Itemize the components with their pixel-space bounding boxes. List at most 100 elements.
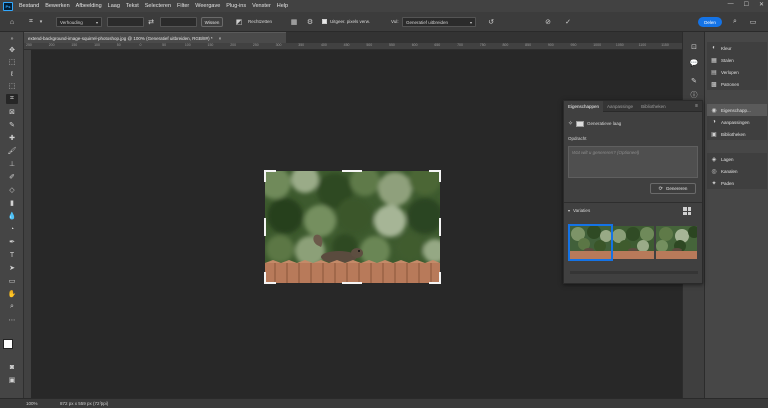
panel-kanalen[interactable]: ◎ Kanalen (707, 165, 767, 177)
path-selection-tool-icon[interactable]: ➤ (6, 263, 18, 273)
close-icon[interactable]: ✕ (759, 1, 764, 8)
clone-stamp-tool-icon[interactable]: ⊥ (6, 159, 18, 169)
variation-1[interactable] (568, 224, 613, 261)
tab-eigenschappen[interactable]: Eigenschappen (564, 100, 604, 112)
menu-filter[interactable]: Filter (177, 3, 189, 9)
maximize-icon[interactable]: ☐ (744, 1, 749, 8)
panel-scrollbar[interactable] (570, 271, 698, 274)
crop-handle-top[interactable] (342, 170, 362, 172)
screen-mode-icon[interactable]: ▣ (6, 375, 18, 385)
menu-selecteren[interactable]: Selecteren (145, 3, 171, 9)
rectangle-tool-icon[interactable]: ▭ (6, 276, 18, 286)
generate-button[interactable]: ⟳ Genereren (650, 183, 696, 194)
move-tool-icon[interactable]: ✥ (6, 45, 18, 55)
object-selection-tool-icon[interactable]: ⬚ (6, 81, 18, 91)
swap-icon[interactable]: ⇄ (146, 17, 156, 27)
delete-cropped-pixels-checkbox[interactable] (322, 19, 327, 24)
menu-afbeelding[interactable]: Afbeelding (76, 3, 102, 9)
tab-bibliotheken[interactable]: Bibliotheken (637, 101, 670, 112)
variation-3[interactable] (656, 226, 697, 259)
crop-handle-top-right[interactable] (439, 170, 441, 182)
prompt-input[interactable]: Wat wilt u genereren? (Optioneel) (568, 146, 698, 178)
fill-select[interactable]: Generatief uitbreiden ▾ (402, 17, 476, 27)
undo-icon[interactable]: ↺ (486, 17, 496, 27)
type-tool-icon[interactable]: T (6, 250, 18, 260)
eraser-tool-icon[interactable]: ◇ (6, 185, 18, 195)
more-tools-icon[interactable]: ⋯ (6, 315, 18, 325)
search-icon[interactable]: ⌕ (730, 17, 740, 27)
dodge-tool-icon[interactable]: ◔ (6, 224, 18, 234)
share-button[interactable]: Delen (698, 17, 722, 27)
menu-help[interactable]: Help (277, 3, 288, 9)
crop-handle-bottom-right[interactable] (439, 272, 441, 284)
document-image[interactable] (265, 171, 440, 283)
clear-button[interactable]: Wissen (201, 17, 223, 27)
brush-tool-icon[interactable]: 🖌 (6, 146, 18, 156)
menu-venster[interactable]: Venster (252, 3, 271, 9)
variations-header[interactable]: ▾ Variaties (568, 208, 590, 213)
panel-eigenschappen[interactable]: ◉ Eigenschapp... (707, 104, 767, 116)
home-icon[interactable]: ⌂ (7, 17, 17, 27)
close-tab-icon[interactable]: × (219, 36, 222, 41)
pen-tool-icon[interactable]: ✒ (6, 237, 18, 247)
hand-tool-icon[interactable]: ✋ (6, 289, 18, 299)
crop-tool-icon[interactable]: ⌗ (6, 94, 18, 104)
height-input[interactable] (160, 17, 197, 27)
gradients-icon: ▤ (711, 69, 717, 76)
variation-2[interactable] (613, 226, 654, 259)
tab-aanpassingen[interactable]: Aanpassinge (603, 101, 637, 112)
gradient-tool-icon[interactable]: ▮ (6, 198, 18, 208)
chevron-right-icon[interactable]: › (100, 400, 102, 406)
panel-paden[interactable]: ✦ Paden (707, 177, 767, 189)
panel-menu-icon[interactable]: ≡ (695, 103, 698, 109)
panel-patronen[interactable]: ▩ Patronen (707, 78, 767, 90)
menu-bewerken[interactable]: Bewerken (45, 3, 69, 9)
quick-mask-icon[interactable]: ◙ (6, 362, 18, 372)
zoom-level[interactable]: 100% (26, 401, 38, 406)
panel-kleur[interactable]: ◐ Kleur (707, 42, 767, 54)
crop-handle-right[interactable] (439, 218, 441, 236)
panel-aanpassingen[interactable]: ◑ Aanpassingen (707, 116, 767, 128)
zoom-tool-icon[interactable]: ⌕ (6, 302, 18, 312)
info-icon[interactable]: ⓘ (689, 90, 699, 100)
crop-handle-bottom-left[interactable] (264, 272, 266, 284)
menu-weergave[interactable]: Weergave (195, 3, 220, 9)
chevron-down-icon[interactable]: ▾ (36, 17, 46, 27)
minimize-icon[interactable]: — (728, 1, 734, 8)
panel-verlopen[interactable]: ▤ Verlopen (707, 66, 767, 78)
gear-icon[interactable]: ⚙ (305, 17, 315, 27)
workspace-icon[interactable]: ▭ (748, 17, 758, 27)
blur-tool-icon[interactable]: 💧 (6, 211, 18, 221)
history-icon[interactable]: ⊡ (689, 42, 699, 52)
panel-bibliotheken[interactable]: ▣ Bibliotheken (707, 128, 767, 140)
lasso-tool-icon[interactable]: ℓ (6, 69, 18, 79)
cancel-crop-icon[interactable]: ⊘ (543, 17, 553, 27)
straighten-label[interactable]: Rechtzetten (248, 19, 272, 24)
comments-icon[interactable]: 💬 (689, 58, 699, 68)
crop-handle-top-left[interactable] (264, 170, 266, 182)
panel-stalen[interactable]: ▦ Stalen (707, 54, 767, 66)
document-tab[interactable]: extend-background-image-squirrel-photosh… (24, 32, 286, 43)
ratio-select[interactable]: Verhouding ▾ (56, 17, 102, 27)
crop-handle-left[interactable] (264, 218, 266, 236)
straighten-icon[interactable]: ◩ (234, 17, 244, 27)
foreground-color-swatch[interactable] (3, 339, 13, 349)
width-input[interactable] (107, 17, 144, 27)
crop-tool-preset-icon[interactable]: ⌗ (26, 17, 36, 27)
menu-bestand[interactable]: Bestand (19, 3, 39, 9)
grid-view-icon[interactable] (683, 207, 691, 215)
panel-lagen[interactable]: ◈ Lagen (707, 153, 767, 165)
healing-brush-tool-icon[interactable]: ✚ (6, 133, 18, 143)
commit-crop-icon[interactable]: ✓ (563, 17, 573, 27)
brush-settings-icon[interactable]: ✎ (689, 76, 699, 86)
marquee-tool-icon[interactable]: ⬚ (6, 57, 18, 67)
eyedropper-tool-icon[interactable]: ✎ (6, 120, 18, 130)
frame-tool-icon[interactable]: ⊠ (6, 107, 18, 117)
toolbar-collapse-icon[interactable]: » (6, 34, 18, 44)
menu-plugins[interactable]: Plug-ins (226, 3, 246, 9)
overlay-grid-icon[interactable]: ▦ (289, 17, 299, 27)
history-brush-tool-icon[interactable]: ✐ (6, 172, 18, 182)
menu-tekst[interactable]: Tekst (126, 3, 139, 9)
menu-laag[interactable]: Laag (108, 3, 120, 9)
crop-handle-bottom[interactable] (342, 282, 362, 284)
